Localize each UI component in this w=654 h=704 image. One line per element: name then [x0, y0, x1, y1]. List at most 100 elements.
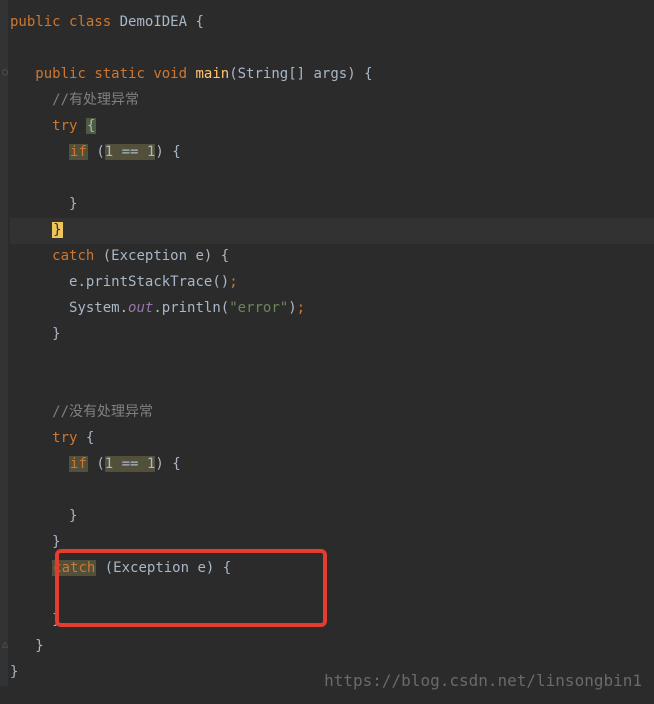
code-line[interactable]: //没有处理异常 [10, 400, 654, 426]
indent [10, 534, 52, 550]
method: printStackTrace [86, 274, 212, 290]
code-line[interactable]: } [10, 504, 654, 530]
keyword: try [52, 430, 77, 446]
dot: . [120, 300, 128, 316]
code-line[interactable]: } [10, 192, 654, 218]
gutter-icon[interactable]: △ [2, 636, 8, 655]
indent [10, 118, 52, 134]
signature: (Exception e) [103, 248, 213, 264]
code-line[interactable] [10, 374, 654, 400]
indent [10, 92, 52, 108]
brace: { [195, 14, 203, 30]
brace: { [221, 248, 229, 264]
code-line[interactable] [10, 478, 654, 504]
method: println [162, 300, 221, 316]
brace: } [10, 664, 18, 680]
paren: ) [155, 456, 163, 472]
brace: } [52, 612, 60, 628]
keyword: void [153, 66, 187, 82]
code-line[interactable]: catch (Exception e) { [10, 556, 654, 582]
paren: ( [96, 456, 104, 472]
keyword: public [35, 66, 86, 82]
paren: ( [96, 144, 104, 160]
field-out: out [128, 300, 153, 316]
keyword: catch [52, 248, 94, 264]
keyword: class [69, 14, 111, 30]
code-line[interactable]: } [10, 322, 654, 348]
indent [10, 560, 52, 576]
brace: { [172, 456, 180, 472]
condition: 1 == 1 [105, 456, 156, 472]
code-line[interactable]: } [10, 530, 654, 556]
gutter-override-icon[interactable]: ○ [2, 64, 8, 83]
signature: (Exception e) [105, 560, 215, 576]
brace-cursor: } [52, 222, 62, 238]
code-line[interactable]: public class DemoIDEA { [10, 10, 654, 36]
indent [10, 300, 69, 316]
indent [10, 248, 52, 264]
indent [10, 612, 52, 628]
paren: ) [288, 300, 296, 316]
indent [10, 196, 69, 212]
indent [10, 430, 52, 446]
code-line[interactable]: } [10, 608, 654, 634]
code-line[interactable] [10, 348, 654, 374]
keyword-hl: catch [52, 560, 96, 576]
indent [10, 404, 52, 420]
class-name: DemoIDEA [120, 14, 187, 30]
code-line[interactable]: //有处理异常 [10, 88, 654, 114]
brace-matched: { [86, 118, 96, 134]
indent [10, 274, 69, 290]
brace: { [86, 430, 94, 446]
indent [10, 638, 35, 654]
comment: //有处理异常 [52, 92, 139, 108]
brace: { [172, 144, 180, 160]
brace: { [223, 560, 231, 576]
code-line[interactable]: try { [10, 426, 654, 452]
code-line[interactable]: if (1 == 1) { [10, 452, 654, 478]
code-line[interactable] [10, 166, 654, 192]
watermark: https://blog.csdn.net/linsongbin1 [324, 666, 642, 696]
semi: ; [297, 300, 305, 316]
keyword: static [94, 66, 145, 82]
indent [10, 144, 69, 160]
brace: { [364, 66, 372, 82]
dot: . [153, 300, 161, 316]
indent [10, 456, 69, 472]
paren: ( [221, 300, 229, 316]
keyword: public [10, 14, 61, 30]
keyword-hl: if [69, 144, 88, 160]
call: () [212, 274, 229, 290]
code-line[interactable]: △ } [10, 634, 654, 660]
code-editor[interactable]: public class DemoIDEA { ○ public static … [0, 0, 654, 686]
condition: 1 == 1 [105, 144, 156, 160]
method-name: main [195, 66, 229, 82]
indent [10, 508, 69, 524]
gutter [0, 0, 8, 686]
dot: . [77, 274, 85, 290]
code-line[interactable]: catch (Exception e) { [10, 244, 654, 270]
code-line[interactable]: System.out.println("error"); [10, 296, 654, 322]
code-line[interactable] [10, 36, 654, 62]
indent [10, 66, 35, 82]
code-line[interactable] [10, 582, 654, 608]
brace: } [69, 196, 77, 212]
signature: (String[] args) [229, 66, 355, 82]
string: "error" [229, 300, 288, 316]
brace: } [52, 534, 60, 550]
indent [10, 222, 52, 238]
code-line[interactable]: ○ public static void main(String[] args)… [10, 62, 654, 88]
brace: } [35, 638, 43, 654]
cls: System [69, 300, 120, 316]
code-line[interactable]: if (1 == 1) { [10, 140, 654, 166]
brace: } [69, 508, 77, 524]
keyword-hl: if [69, 456, 88, 472]
semi: ; [229, 274, 237, 290]
paren: ) [155, 144, 163, 160]
comment: //没有处理异常 [52, 404, 153, 420]
code-line-current[interactable]: } [10, 218, 654, 244]
keyword: try [52, 118, 77, 134]
indent [10, 326, 52, 342]
code-line[interactable]: try { [10, 114, 654, 140]
code-line[interactable]: e.printStackTrace(); [10, 270, 654, 296]
